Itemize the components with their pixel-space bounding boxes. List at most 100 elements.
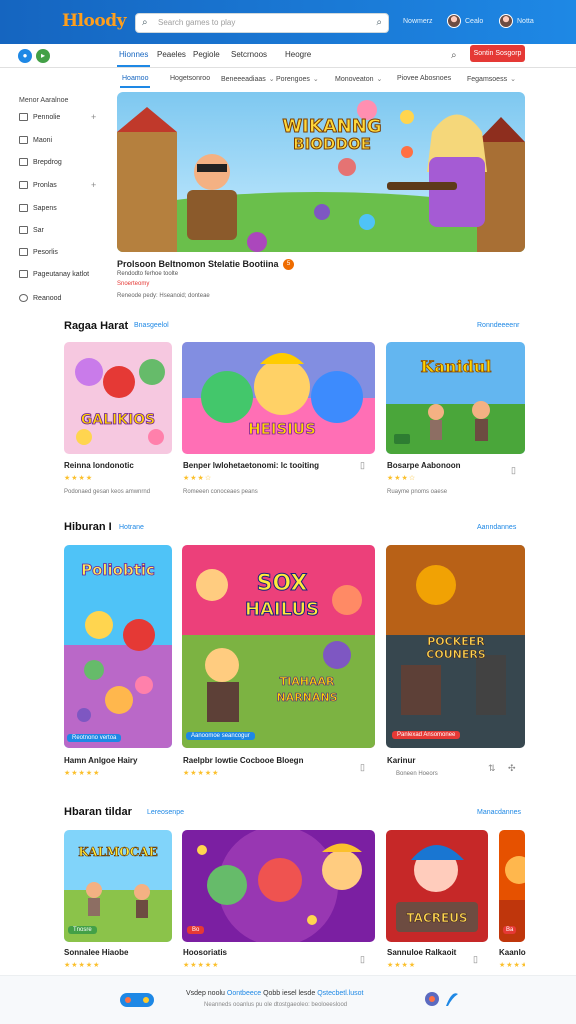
game-artwork: TACREUS xyxy=(386,830,488,942)
plus-icon[interactable]: + xyxy=(91,112,96,122)
svg-text:BIODDOE: BIODDOE xyxy=(293,135,371,153)
game-card-image[interactable]: POCKEER COUNERS xyxy=(386,545,525,748)
svg-text:KALMOCAE: KALMOCAE xyxy=(78,845,157,859)
footer-link-2[interactable]: Qstecbetl.lusot xyxy=(317,990,363,997)
bookmark-icon[interactable]: ▯ xyxy=(360,460,365,471)
game-card-title[interactable]: Reinna londonotic xyxy=(64,461,134,470)
section-more-link[interactable]: Ronndeeeenr xyxy=(477,322,519,329)
subtab-6[interactable]: Piovee Abosnoes xyxy=(397,75,451,82)
bookmark-icon[interactable]: ▯ xyxy=(360,762,365,773)
share-icon[interactable]: ▯ xyxy=(511,465,516,476)
section-subtitle[interactable]: Hotrane xyxy=(119,524,144,531)
chevron-down-icon: ⌄ xyxy=(376,76,383,83)
check-icon xyxy=(19,181,28,189)
document-icon xyxy=(19,248,28,256)
header-link-1[interactable]: Nowmerz xyxy=(403,18,433,25)
sort-icon[interactable]: ⇅ xyxy=(488,763,496,774)
section-more-link[interactable]: Aanndannes xyxy=(477,524,516,531)
sidebar-item-9[interactable]: Reanood xyxy=(19,294,109,308)
subtab-7[interactable]: Fegamsoess ⌄ xyxy=(467,75,516,83)
hero-title[interactable]: Prolsoon Beltnomon Stelatie Bootiina xyxy=(117,259,279,269)
sidebar-item-6[interactable]: Sar xyxy=(19,226,109,240)
plus-icon[interactable]: + xyxy=(91,180,96,190)
section-subtitle[interactable]: Lereosenpe xyxy=(147,809,184,816)
sidebar-item-8[interactable]: Pageutanay katlot xyxy=(19,270,109,284)
game-card-image[interactable]: Kanidul xyxy=(386,342,525,454)
expand-icon[interactable]: ✣ xyxy=(508,763,516,774)
section-more-link[interactable]: Manacdannes xyxy=(477,809,521,816)
game-card-meta: Romeeen conoceaes peans xyxy=(183,489,258,495)
header-link-3[interactable]: Notta xyxy=(517,18,534,25)
tab-5[interactable]: Heogre xyxy=(285,50,311,59)
controller-icon xyxy=(120,993,154,1007)
game-card-image[interactable]: SOX HAILUS TIAHAAR NARNANS xyxy=(182,545,375,748)
search-submit-icon[interactable]: ⌕ xyxy=(376,17,382,28)
user-avatar[interactable] xyxy=(499,14,513,28)
game-card-title[interactable]: Raelpbr lowtie Cocbooe Bloegn xyxy=(183,756,303,765)
search-bar[interactable]: ⌕ Search games to play ⌕ xyxy=(135,13,389,33)
tab-home[interactable]: Hionnes xyxy=(116,50,151,67)
subtab-4[interactable]: Porengoes ⌄ xyxy=(276,75,319,83)
sidebar-item-1[interactable]: Pennolie + xyxy=(19,112,109,127)
svg-text:NARNANS: NARNANS xyxy=(276,691,337,704)
game-card-title[interactable]: Bosarpe Aabonoon xyxy=(387,461,460,470)
sidebar-item-2[interactable]: Maoni xyxy=(19,136,109,150)
rating-stars: ★★★★★ xyxy=(64,770,101,777)
game-card-image[interactable]: GALIKIOS xyxy=(64,342,172,454)
hero-banner[interactable]: WIKANNG BIODDOE xyxy=(117,92,525,252)
section-title: Hbaran tildar xyxy=(64,806,132,818)
bookmark-icon[interactable]: ▯ xyxy=(473,954,478,965)
game-card-image[interactable]: TACREUS xyxy=(386,830,488,942)
game-card-image[interactable]: Poliobtic xyxy=(64,545,172,748)
subtab-3[interactable]: Beneeeadiaas ⌄ xyxy=(221,75,275,83)
tab-4[interactable]: Setcrnoos xyxy=(231,50,267,59)
subtab-5[interactable]: Monoveaton ⌄ xyxy=(335,75,382,83)
hero-meta-details: Reneode pedy: Hseanoid; donteae xyxy=(117,293,210,299)
svg-text:POCKEER: POCKEER xyxy=(427,635,485,648)
top-bar: Hloody ⌕ Search games to play ⌕ Nowmerz … xyxy=(0,0,576,44)
game-tag: Ba xyxy=(503,926,517,934)
calendar-icon xyxy=(19,204,28,212)
avatar[interactable] xyxy=(447,14,461,28)
sidebar-item-4[interactable]: Pronlas + xyxy=(19,180,109,195)
game-card-title[interactable]: Hamn Anlgoe Hairy xyxy=(64,756,138,765)
sidebar-item-7[interactable]: Pesorlis xyxy=(19,248,109,262)
footer: Vsdep noolu Oontbeece Qobb iesel lesde Q… xyxy=(0,975,576,1024)
sidebar-item-3[interactable]: Brepdrog xyxy=(19,158,109,172)
rating-stars: ★★★☆ xyxy=(387,475,417,482)
section-subtitle[interactable]: Bnasgeelol xyxy=(134,322,169,329)
tab-2[interactable]: Peaeles xyxy=(157,50,186,59)
game-card-title[interactable]: Sannuloe Ralkaoit xyxy=(387,948,456,957)
subtab-2[interactable]: Hogetsonroo xyxy=(170,75,210,82)
game-card-image[interactable] xyxy=(182,830,375,942)
subtab-1[interactable]: Hoamoo xyxy=(119,75,151,88)
game-card-meta: Boneen Hoeors xyxy=(396,771,438,777)
signup-button[interactable]: Sontin Sosgorp xyxy=(470,45,525,62)
svg-text:TIAHAAR: TIAHAAR xyxy=(280,675,335,688)
app-icon[interactable]: ● xyxy=(18,49,32,63)
footer-link-1[interactable]: Oontbeece xyxy=(227,990,261,997)
sidebar-item-5[interactable]: Sapens xyxy=(19,204,109,218)
sub-nav: Hoamoo Hogetsonroo Beneeeadiaas ⌄ Porengo… xyxy=(0,68,576,90)
tab-3[interactable]: Pegiole xyxy=(193,50,220,59)
svg-text:GALIKIOS: GALIKIOS xyxy=(81,412,156,428)
header-link-2[interactable]: Cealo xyxy=(465,18,483,25)
game-card-title[interactable]: Hoosoriatis xyxy=(183,948,227,957)
svg-text:TACREUS: TACREUS xyxy=(406,911,467,925)
game-tag: Tnosre xyxy=(68,926,97,934)
game-artwork: Kanidul xyxy=(386,342,525,454)
game-card-title[interactable]: Sonnalee Hiaobe xyxy=(64,948,128,957)
game-card-title[interactable]: Benper lwlohetaetonomi: lc tooiting xyxy=(183,461,319,470)
nav-search-icon[interactable]: ⌕ xyxy=(451,50,457,61)
svg-text:HAILUS: HAILUS xyxy=(245,599,319,620)
social-icons[interactable] xyxy=(422,988,462,1010)
download-icon[interactable]: ▸ xyxy=(36,49,50,63)
game-tag: Bo xyxy=(187,926,205,934)
rating-stars: ★★★★ xyxy=(64,475,94,482)
game-card-title[interactable]: Karinur xyxy=(387,756,415,765)
bookmark-icon[interactable]: ▯ xyxy=(360,954,365,965)
game-card-image[interactable]: HEISIUS xyxy=(182,342,375,454)
site-logo[interactable]: Hloody xyxy=(62,11,126,31)
game-card-title[interactable]: Kaanlo xyxy=(499,948,526,957)
chevron-down-icon: ⌄ xyxy=(312,76,319,83)
